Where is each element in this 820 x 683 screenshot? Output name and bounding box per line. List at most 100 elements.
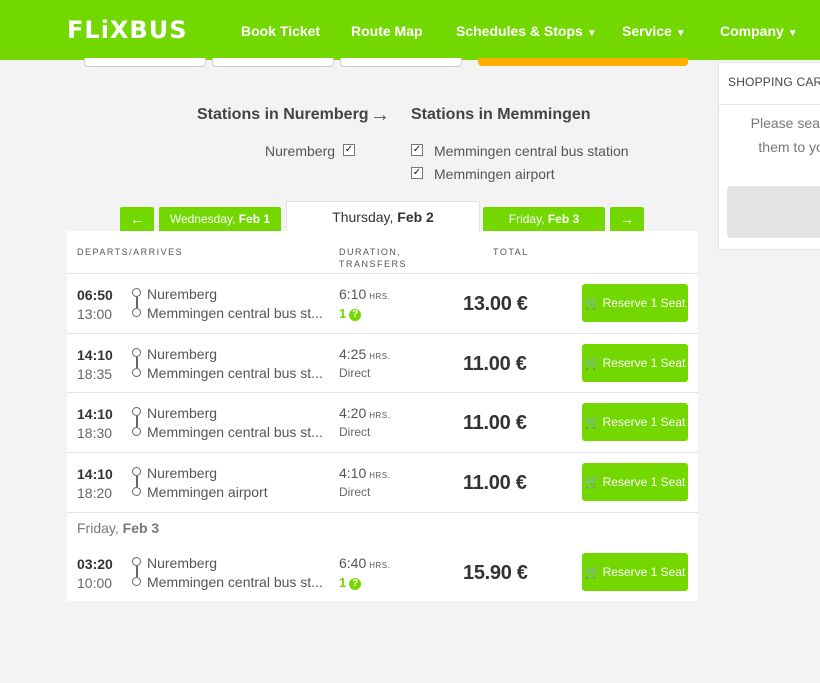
tab-weekday: Friday, (508, 212, 545, 226)
transfers: Direct (339, 366, 371, 380)
arrival-time: 18:30 (77, 425, 113, 441)
day-separator: Friday, Feb 3 (67, 512, 698, 543)
reserve-seat-button[interactable]: 🛒 Reserve 1 Seat (582, 553, 688, 591)
cart-message-line: Please search (750, 115, 820, 131)
reserve-seat-button[interactable]: 🛒 Reserve 1 Seat (582, 463, 688, 501)
trip-price: 15.90 € (463, 562, 528, 584)
station-checkbox-nuremberg[interactable]: ✓ (343, 144, 355, 156)
reserve-label: Reserve 1 Seat (602, 565, 686, 579)
trip-duration: 4:25 HRS. (339, 346, 391, 362)
to-search-field[interactable] (212, 58, 334, 67)
shopping-cart-icon: 🛒 (584, 296, 600, 310)
to-stations-heading: Stations in Memmingen (411, 106, 591, 123)
reserve-label: Reserve 1 Seat (602, 475, 686, 489)
route-line-icon (132, 348, 142, 378)
nav-company[interactable]: Company ▼ (720, 23, 798, 39)
flixbus-logo[interactable]: FLiXBUS (67, 16, 187, 44)
chevron-down-icon: ▼ (586, 28, 597, 39)
route-line-icon (132, 557, 142, 587)
prev-day-arrow-button[interactable]: ← (120, 207, 154, 231)
cart-title: SHOPPING CAR (728, 75, 820, 89)
separator-weekday: Friday, (77, 520, 119, 536)
departure-time: 14:10 (77, 347, 113, 363)
arrival-station: Memmingen central bus st... (147, 424, 323, 440)
route-line-icon (132, 467, 142, 497)
chevron-down-icon: ▼ (787, 28, 798, 39)
nav-service[interactable]: Service ▼ (622, 23, 686, 39)
from-stations-heading: Stations in Nuremberg (197, 106, 369, 123)
transfers: 1? (339, 575, 362, 590)
tab-weekday: Wednesday, (169, 212, 236, 226)
cart-checkout-button[interactable] (727, 186, 820, 238)
trip-price: 11.00 € (463, 472, 527, 494)
departure-station: Nuremberg (147, 286, 218, 302)
tab-previous-day[interactable]: Wednesday, Feb 1 (159, 207, 281, 231)
nav-route-map[interactable]: Route Map (351, 23, 423, 39)
route-line-icon (132, 288, 142, 318)
shopping-cart-panel: SHOPPING CAR Please search them to you (718, 62, 820, 250)
nav-label: Route Map (351, 23, 423, 39)
results-table: DEPARTS/ARRIVES DURATION, TRANSFERS TOTA… (67, 231, 698, 601)
tab-current-day[interactable]: Thursday, Feb 2 (286, 201, 480, 233)
departure-station: Nuremberg (147, 405, 218, 421)
reserve-seat-button[interactable]: 🛒 Reserve 1 Seat (582, 403, 688, 441)
shopping-cart-icon: 🛒 (584, 356, 600, 370)
result-row: 14:10 18:35 Nuremberg Memmingen central … (67, 333, 698, 393)
station-checkbox-memmingen-central[interactable]: ✓ (411, 144, 423, 156)
station-checkbox-memmingen-airport[interactable]: ✓ (411, 167, 423, 179)
tab-weekday: Thursday, (332, 209, 394, 225)
arrival-station: Memmingen central bus st... (147, 574, 323, 590)
search-button[interactable] (478, 58, 688, 66)
arrival-time: 18:35 (77, 366, 113, 382)
transfers: 1? (339, 306, 362, 321)
departure-time: 14:10 (77, 406, 113, 422)
departure-station: Nuremberg (147, 555, 218, 571)
departure-time: 14:10 (77, 466, 113, 482)
reserve-seat-button[interactable]: 🛒 Reserve 1 Seat (582, 344, 688, 382)
column-header-total: TOTAL (493, 247, 529, 257)
trip-duration: 4:10 HRS. (339, 465, 391, 481)
arrival-time: 10:00 (77, 575, 113, 591)
trip-duration: 6:40 HRS. (339, 555, 391, 571)
departure-station: Nuremberg (147, 346, 218, 362)
column-header-duration: DURATION, TRANSFERS (339, 246, 407, 270)
station-label-memmingen-central: Memmingen central bus station (434, 143, 629, 159)
trip-price: 11.00 € (463, 412, 527, 434)
route-line-icon (132, 407, 142, 437)
arrival-time: 13:00 (77, 306, 113, 322)
station-label-memmingen-airport: Memmingen airport (434, 166, 555, 182)
question-icon[interactable]: ? (349, 309, 362, 321)
tab-next-day[interactable]: Friday, Feb 3 (483, 207, 605, 231)
nav-label: Schedules & Stops (456, 23, 583, 39)
result-row: 14:10 18:20 Nuremberg Memmingen airport … (67, 452, 698, 512)
trip-price: 11.00 € (463, 353, 527, 375)
station-label-nuremberg: Nuremberg (265, 143, 336, 159)
transfer-count: 1 (339, 575, 347, 590)
departure-time: 03:20 (77, 556, 113, 572)
reserve-seat-button[interactable]: 🛒 Reserve 1 Seat (582, 284, 688, 322)
cart-divider (719, 104, 820, 105)
question-icon[interactable]: ? (349, 578, 362, 590)
direction-arrow-icon: → (370, 104, 390, 126)
arrival-station: Memmingen central bus st... (147, 365, 323, 381)
separator-date: Feb 3 (122, 520, 160, 536)
reserve-label: Reserve 1 Seat (602, 415, 686, 429)
column-header-line: TRANSFERS (339, 259, 408, 269)
result-row: 03:20 10:00 Nuremberg Memmingen central … (67, 542, 698, 602)
shopping-cart-icon: 🛒 (584, 565, 600, 579)
trip-duration: 4:20 HRS. (339, 405, 391, 421)
nav-schedules-stops[interactable]: Schedules & Stops ▼ (456, 23, 597, 39)
nav-book-ticket[interactable]: Book Ticket (241, 23, 320, 39)
from-search-field[interactable] (84, 58, 206, 67)
result-row: 14:10 18:30 Nuremberg Memmingen central … (67, 392, 698, 452)
nav-label: Service (622, 23, 672, 39)
nav-label: Company (720, 23, 784, 39)
date-search-field[interactable] (340, 58, 462, 67)
nav-label: Book Ticket (241, 23, 321, 39)
chevron-down-icon: ▼ (675, 28, 686, 39)
arrival-station: Memmingen central bus st... (147, 305, 323, 321)
trip-duration: 6:10 HRS. (339, 286, 391, 302)
cart-message-line: them to you (758, 139, 820, 155)
result-row: 06:50 13:00 Nuremberg Memmingen central … (67, 273, 698, 333)
next-day-arrow-button[interactable]: → (610, 207, 644, 231)
